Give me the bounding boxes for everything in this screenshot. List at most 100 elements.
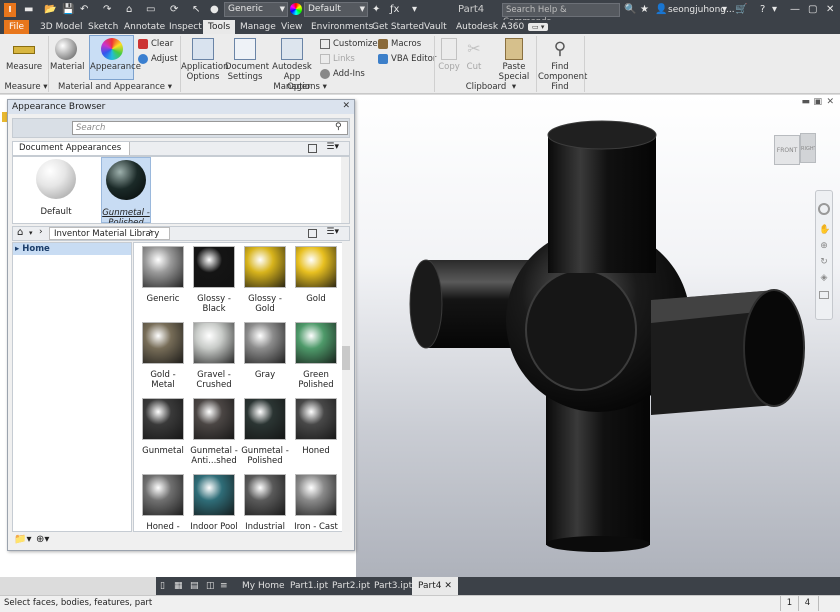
- library-appearance-item[interactable]: Honed -: [138, 474, 188, 531]
- undo-icon[interactable]: ↶: [80, 3, 88, 17]
- view-cube-right[interactable]: RIGHT: [800, 133, 816, 163]
- tab-sketch[interactable]: Sketch: [83, 20, 123, 34]
- customize-button[interactable]: Customize: [320, 38, 378, 50]
- zoom-icon[interactable]: ⊕: [819, 241, 829, 251]
- inventor-logo-icon[interactable]: I: [4, 3, 16, 17]
- adjust-button[interactable]: Adjust: [138, 53, 178, 65]
- projects-icon[interactable]: ▭: [146, 3, 155, 17]
- links-button[interactable]: Links: [320, 53, 355, 65]
- redo-icon[interactable]: ↷: [103, 3, 111, 17]
- library-appearance-item[interactable]: Gold: [291, 246, 341, 304]
- application-options-button[interactable]: Application Options: [181, 38, 229, 82]
- viewport-minimize-icon[interactable]: ▬: [801, 97, 810, 107]
- document-appearances-label[interactable]: Document Appearances: [13, 142, 131, 155]
- library-appearance-item[interactable]: Honed: [291, 398, 341, 456]
- help-dropdown-icon[interactable]: ▾: [772, 3, 777, 17]
- ribbon-display-toggle[interactable]: ▭ ▾: [528, 23, 549, 31]
- pan-icon[interactable]: ✋: [819, 225, 830, 235]
- library-appearance-item[interactable]: Gravel - Crushed: [189, 322, 239, 390]
- help-search-input[interactable]: Search Help & Commands...: [502, 3, 620, 27]
- library-appearance-item[interactable]: Glossy - Gold: [240, 246, 290, 314]
- library-appearance-item[interactable]: Gunmetal - Polished: [240, 398, 290, 466]
- tab-autodesk-a360[interactable]: Autodesk A360: [451, 20, 529, 34]
- scrollbar[interactable]: [342, 242, 350, 532]
- view-toggle-icon[interactable]: [308, 229, 317, 238]
- appearance-button[interactable]: Appearance: [89, 35, 141, 80]
- cascade-windows-icon[interactable]: ▤: [190, 577, 199, 595]
- orbit-icon[interactable]: ↻: [819, 257, 829, 267]
- tile-vertical-icon[interactable]: ◫: [206, 577, 215, 595]
- library-appearance-item[interactable]: Industrial: [240, 474, 290, 531]
- tab-part2[interactable]: Part2.ipt: [332, 577, 370, 595]
- steering-wheel-icon[interactable]: [818, 203, 830, 215]
- view-toggle-icon[interactable]: [308, 144, 317, 153]
- home-dropdown-icon[interactable]: ▾: [29, 229, 33, 237]
- viewport-close-icon[interactable]: ✕: [826, 97, 834, 107]
- update-icon[interactable]: ⟳: [170, 3, 178, 17]
- tile-windows-icon[interactable]: ▯: [160, 577, 165, 595]
- help-icon[interactable]: ?: [760, 3, 765, 17]
- create-appearance-icon[interactable]: ⊕▾: [36, 534, 49, 545]
- user-icon[interactable]: 👤: [655, 3, 667, 17]
- arrange-windows-icon[interactable]: ▦: [174, 577, 183, 595]
- library-appearance-item[interactable]: Generic: [138, 246, 188, 304]
- tab-tools[interactable]: Tools: [203, 20, 236, 34]
- color-wheel-icon[interactable]: ●: [210, 3, 219, 17]
- appearance-combo[interactable]: Default ▼: [304, 2, 368, 17]
- library-home-icon[interactable]: ⌂: [17, 227, 23, 238]
- library-appearance-item[interactable]: Gold - Metal: [138, 322, 188, 390]
- material-button[interactable]: Material: [50, 38, 85, 72]
- library-appearance-item[interactable]: Glossy - Black: [189, 246, 239, 314]
- copy-button[interactable]: Copy: [436, 38, 462, 72]
- tab-view[interactable]: View: [276, 20, 307, 34]
- minimize-icon[interactable]: —: [790, 3, 800, 17]
- tab-file[interactable]: File: [4, 20, 30, 34]
- measure-group-label[interactable]: Measure ▾: [4, 82, 48, 92]
- measure-button[interactable]: Measure: [6, 38, 42, 72]
- close-tab-icon[interactable]: ✕: [444, 581, 452, 591]
- style-combo[interactable]: Generic ▼: [224, 2, 288, 17]
- save-icon[interactable]: 💾: [62, 3, 74, 17]
- graphics-viewport[interactable]: ▬ ▣ ✕ FRONT RIGHT: [356, 95, 840, 577]
- library-appearance-item[interactable]: Gray: [240, 322, 290, 380]
- search-icon[interactable]: 🔍: [624, 3, 636, 17]
- tab-manage[interactable]: Manage: [235, 20, 281, 34]
- tab-inspect[interactable]: Inspect: [164, 20, 207, 34]
- cart-icon[interactable]: 🛒: [735, 3, 747, 17]
- list-options-icon[interactable]: ☰▾: [326, 227, 339, 237]
- clear-button[interactable]: Clear: [138, 38, 173, 50]
- tab-3d-model[interactable]: 3D Model: [35, 20, 88, 34]
- library-appearance-item[interactable]: Green Polished: [291, 322, 341, 390]
- view-cube[interactable]: FRONT RIGHT: [774, 131, 822, 171]
- home-icon[interactable]: ⌂: [126, 3, 132, 17]
- user-dropdown-icon[interactable]: ▾: [722, 3, 727, 17]
- new-file-icon[interactable]: ▬: [24, 3, 33, 17]
- tab-part1[interactable]: Part1.ipt: [290, 577, 328, 595]
- tab-part4[interactable]: Part4 ✕: [412, 577, 458, 595]
- favorites-star-icon[interactable]: ★: [640, 3, 649, 17]
- select-icon[interactable]: ↖: [192, 3, 200, 17]
- search-input[interactable]: Search: [72, 121, 348, 135]
- options-group-label[interactable]: Options ▾: [182, 82, 432, 92]
- tab-vault[interactable]: Vault: [419, 20, 452, 34]
- add-ins-button[interactable]: Add-Ins: [320, 68, 365, 80]
- windows-list-icon[interactable]: ≡: [220, 577, 228, 595]
- document-settings-button[interactable]: Document Settings: [225, 38, 269, 82]
- viewport-restore-icon[interactable]: ▣: [813, 97, 822, 107]
- manage-library-icon[interactable]: 📁▾: [14, 534, 31, 545]
- tab-annotate[interactable]: Annotate: [119, 20, 170, 34]
- doc-appearance-default[interactable]: Default: [31, 157, 81, 217]
- fx-icon[interactable]: ƒx: [390, 3, 399, 17]
- view-face-icon[interactable]: [819, 291, 829, 299]
- list-options-icon[interactable]: ☰▾: [326, 142, 339, 152]
- open-file-icon[interactable]: 📂: [44, 3, 56, 17]
- tab-my-home[interactable]: My Home: [242, 577, 285, 595]
- clear-appearance-icon[interactable]: ✦: [372, 3, 380, 17]
- view-cube-front[interactable]: FRONT: [774, 135, 800, 165]
- macros-button[interactable]: Macros: [378, 38, 421, 50]
- close-dialog-icon[interactable]: ✕: [342, 101, 350, 111]
- library-appearance-item[interactable]: Gunmetal - Anti...shed: [189, 398, 239, 466]
- look-at-icon[interactable]: ◈: [819, 273, 829, 283]
- library-appearance-item[interactable]: Indoor Pool: [189, 474, 239, 531]
- tree-item-home[interactable]: ▸ Home: [13, 243, 131, 255]
